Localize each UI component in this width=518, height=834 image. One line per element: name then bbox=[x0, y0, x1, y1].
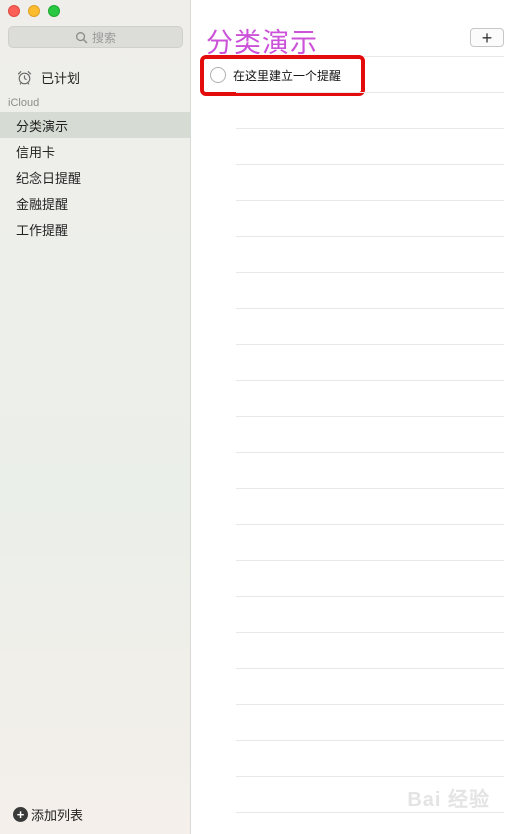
watermark: Bai 经验 bbox=[407, 789, 490, 811]
list-label: 纪念日提醒 bbox=[16, 170, 82, 186]
row-divider bbox=[236, 272, 504, 273]
scheduled-label: 已计划 bbox=[41, 70, 81, 86]
list-label: 分类演示 bbox=[16, 118, 69, 134]
minimize-window-button[interactable] bbox=[28, 5, 40, 17]
row-divider bbox=[236, 344, 504, 345]
sidebar-item-list[interactable]: 金融提醒 bbox=[0, 190, 191, 216]
sidebar-item-list[interactable]: 工作提醒 bbox=[0, 216, 191, 242]
close-window-button[interactable] bbox=[8, 5, 20, 17]
row-divider bbox=[236, 488, 504, 489]
reminders-window: 搜索 已计划 iCloud 分类演示 信用卡 纪念日提醒 金融提醒 工作提醒 +… bbox=[0, 0, 518, 834]
add-circle-icon: + bbox=[13, 807, 28, 822]
row-divider bbox=[236, 452, 504, 453]
main-pane: 分类演示 + 在这里建立一个提醒 Bai 经验 bbox=[192, 0, 518, 834]
row-divider bbox=[236, 668, 504, 669]
row-divider bbox=[236, 704, 504, 705]
row-divider bbox=[236, 740, 504, 741]
sidebar: 搜索 已计划 iCloud 分类演示 信用卡 纪念日提醒 金融提醒 工作提醒 +… bbox=[0, 0, 191, 834]
account-section-label: iCloud bbox=[8, 97, 40, 109]
new-reminder-row[interactable]: 在这里建立一个提醒 bbox=[210, 63, 500, 87]
row-divider bbox=[236, 416, 504, 417]
add-list-button[interactable]: + 添加列表 bbox=[13, 805, 83, 824]
zoom-window-button[interactable] bbox=[48, 5, 60, 17]
row-divider bbox=[236, 92, 504, 93]
list-label: 信用卡 bbox=[16, 144, 56, 160]
sidebar-item-list[interactable]: 纪念日提醒 bbox=[0, 164, 191, 190]
list-label: 金融提醒 bbox=[16, 196, 69, 212]
search-field[interactable]: 搜索 bbox=[8, 26, 183, 48]
completion-circle-icon[interactable] bbox=[210, 67, 226, 83]
reminder-lists: 分类演示 信用卡 纪念日提醒 金融提醒 工作提醒 bbox=[0, 112, 191, 242]
add-reminder-button[interactable]: + bbox=[470, 28, 504, 47]
divider bbox=[206, 56, 504, 57]
add-list-label: 添加列表 bbox=[31, 808, 84, 823]
list-title: 分类演示 bbox=[206, 28, 318, 58]
row-divider bbox=[236, 776, 504, 777]
row-divider bbox=[236, 632, 504, 633]
row-divider bbox=[236, 164, 504, 165]
row-divider bbox=[236, 560, 504, 561]
new-reminder-placeholder[interactable]: 在这里建立一个提醒 bbox=[233, 67, 341, 84]
row-divider bbox=[236, 128, 504, 129]
sidebar-item-scheduled[interactable]: 已计划 bbox=[0, 64, 191, 90]
row-divider bbox=[236, 812, 504, 813]
sidebar-item-list[interactable]: 分类演示 bbox=[0, 112, 191, 138]
search-placeholder: 搜索 bbox=[91, 30, 116, 45]
search-icon bbox=[76, 31, 88, 43]
row-divider bbox=[236, 200, 504, 201]
row-divider bbox=[236, 596, 504, 597]
alarm-clock-icon bbox=[17, 70, 32, 85]
list-label: 工作提醒 bbox=[16, 222, 69, 238]
row-divider bbox=[236, 524, 504, 525]
row-divider bbox=[236, 308, 504, 309]
sidebar-item-list[interactable]: 信用卡 bbox=[0, 138, 191, 164]
row-divider bbox=[236, 380, 504, 381]
window-controls bbox=[8, 5, 60, 17]
row-divider bbox=[236, 236, 504, 237]
